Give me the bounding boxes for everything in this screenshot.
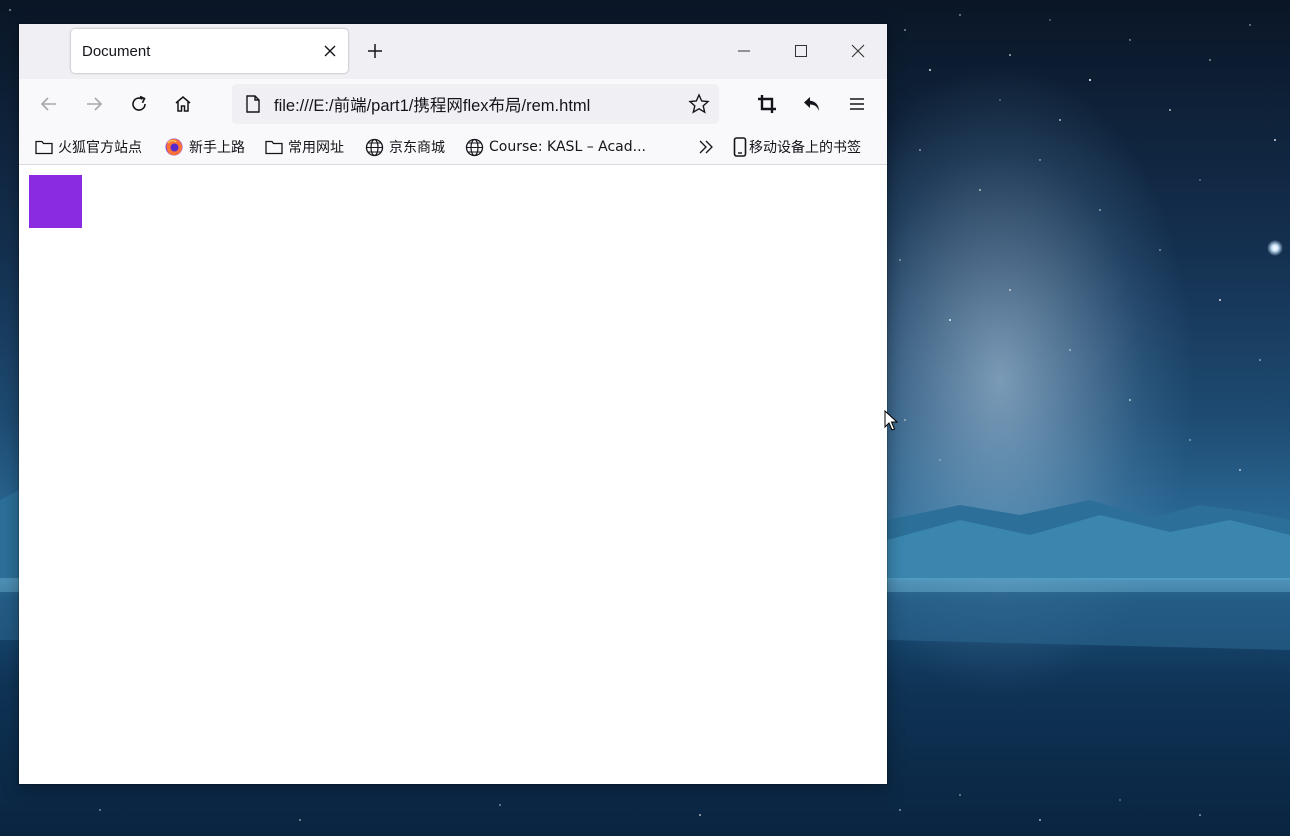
address-bar[interactable]: file:///E:/前端/part1/携程网flex布局/rem.html xyxy=(232,84,719,124)
hamburger-menu-icon xyxy=(850,98,864,110)
reload-icon xyxy=(132,95,146,111)
new-tab-button[interactable] xyxy=(364,40,386,62)
tab-close-icon[interactable] xyxy=(320,41,340,61)
undo-arrow-icon xyxy=(804,97,819,111)
arrow-left-icon xyxy=(40,97,56,111)
page-icon xyxy=(243,94,263,114)
menu-button[interactable] xyxy=(844,91,870,117)
bookmark-item[interactable]: 常用网址 xyxy=(265,136,344,158)
mobile-bookmarks[interactable]: 移动设备上的书签 xyxy=(733,136,861,158)
folder-icon xyxy=(265,140,283,155)
globe-icon xyxy=(465,138,484,156)
home-icon xyxy=(175,96,191,112)
minimize-button[interactable] xyxy=(731,38,757,64)
arrow-right-icon xyxy=(87,97,103,111)
browser-window: Document file:///E:/前端/part1/携程网flex布局/r… xyxy=(19,24,887,784)
tab-bar: Document xyxy=(19,24,887,79)
bookmark-label: 火狐官方站点 xyxy=(58,140,142,156)
crop-icon xyxy=(758,95,776,113)
url-text[interactable]: file:///E:/前端/part1/携程网flex布局/rem.html xyxy=(274,92,687,116)
maximize-button[interactable] xyxy=(788,38,814,64)
globe-icon xyxy=(365,138,384,156)
mobile-bookmarks-label: 移动设备上的书签 xyxy=(749,140,861,156)
close-window-button[interactable] xyxy=(845,38,871,64)
bookmark-item[interactable]: 火狐官方站点 xyxy=(35,136,142,158)
bookmarks-toolbar: 火狐官方站点 新手上路 常用网址 京东商城 Course: KASL – Aca… xyxy=(19,128,887,165)
firefox-icon xyxy=(165,138,183,156)
home-button[interactable] xyxy=(170,91,196,117)
bookmark-label: 新手上路 xyxy=(189,140,245,156)
undo-button[interactable] xyxy=(799,91,825,117)
bookmark-star-icon[interactable] xyxy=(687,92,711,116)
reload-button[interactable] xyxy=(126,91,152,117)
bookmark-label: 京东商城 xyxy=(389,140,445,156)
tab-title: Document xyxy=(82,42,151,60)
mobile-icon xyxy=(733,137,747,157)
more-bookmarks-button[interactable] xyxy=(696,136,721,158)
folder-icon xyxy=(35,140,53,155)
forward-button[interactable] xyxy=(81,91,107,117)
chevrons-right-icon xyxy=(699,140,713,154)
bookmark-label: Course: KASL – Acad... xyxy=(489,139,646,155)
bookmark-item[interactable]: 京东商城 xyxy=(365,136,445,158)
mouse-cursor-icon xyxy=(884,410,898,431)
page-content xyxy=(19,165,887,784)
screenshot-button[interactable] xyxy=(754,91,780,117)
bookmark-item[interactable]: Course: KASL – Acad... xyxy=(465,136,646,158)
active-tab[interactable]: Document xyxy=(71,29,348,73)
bookmark-item[interactable]: 新手上路 xyxy=(164,136,245,158)
navigation-toolbar: file:///E:/前端/part1/携程网flex布局/rem.html xyxy=(19,79,887,128)
purple-box xyxy=(29,175,82,228)
back-button[interactable] xyxy=(36,91,62,117)
bookmark-label: 常用网址 xyxy=(288,140,344,156)
